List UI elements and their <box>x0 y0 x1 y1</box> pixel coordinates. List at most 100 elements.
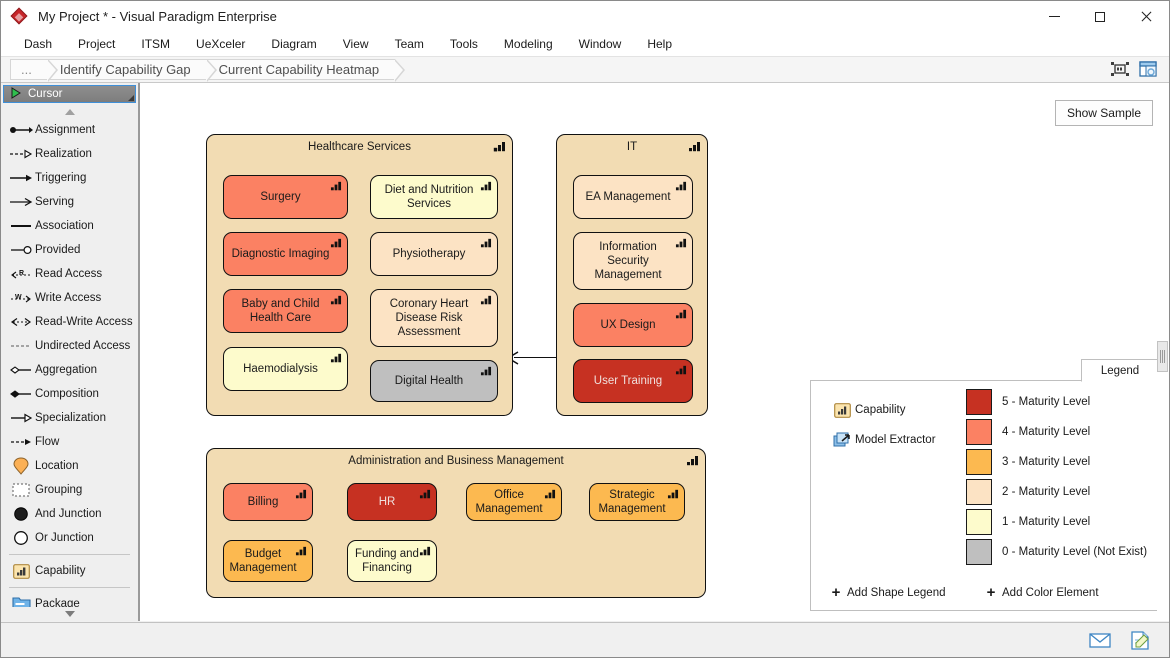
capability-baby-and-child-health-care[interactable]: Baby and Child Health Care <box>223 289 348 333</box>
window-controls <box>1031 1 1169 32</box>
cursor-arrow-icon <box>10 86 22 102</box>
palette-item-read-access[interactable]: R Read Access <box>1 262 138 286</box>
palette-item-specialization[interactable]: Specialization <box>1 406 138 430</box>
palette-item-label: Provided <box>35 244 81 256</box>
read-write-access-icon <box>7 317 35 327</box>
capability-icon <box>480 294 492 309</box>
capability-diet-and-nutrition-services[interactable]: Diet and Nutrition Services <box>370 175 498 219</box>
maximize-button[interactable] <box>1077 1 1123 32</box>
palette-item-aggregation[interactable]: Aggregation <box>1 358 138 382</box>
legend-color-item-1[interactable]: 1 - Maturity Level <box>966 507 1147 537</box>
palette-scroll-down-button[interactable] <box>1 607 138 621</box>
group-it[interactable]: IT EA Management Information Security Ma… <box>556 134 708 416</box>
capability-ea-management[interactable]: EA Management <box>573 175 693 219</box>
palette-item-realization[interactable]: Realization <box>1 142 138 166</box>
legend-shape-column: Capability Model Extractor <box>829 395 936 455</box>
capability-diagnostic-imaging[interactable]: Diagnostic Imaging <box>223 232 348 276</box>
capability-billing[interactable]: Billing <box>223 483 313 521</box>
capability-user-training[interactable]: User Training <box>573 359 693 403</box>
breadcrumb-item-root[interactable]: ... <box>10 59 58 82</box>
capability-budget-management[interactable]: Budget Management <box>223 540 313 582</box>
menu-item-project[interactable]: Project <box>65 34 128 54</box>
breadcrumb-item-identify-capability-gap[interactable]: Identify Capability Gap <box>47 59 217 82</box>
legend-shape-label: Capability <box>855 404 906 416</box>
palette-item-assignment[interactable]: Assignment <box>1 118 138 142</box>
palette-item-serving[interactable]: Serving <box>1 190 138 214</box>
legend-color-column: 5 - Maturity Level 4 - Maturity Level 3 … <box>966 387 1147 567</box>
close-button[interactable] <box>1123 1 1169 32</box>
menu-item-uexceler[interactable]: UeXceler <box>183 34 258 54</box>
menu-item-window[interactable]: Window <box>566 34 635 54</box>
palette-item-grouping[interactable]: Grouping <box>1 478 138 502</box>
workspace: Cursor Assignment Realization Triggering… <box>1 83 1169 621</box>
menu-item-help[interactable]: Help <box>634 34 685 54</box>
diagram-canvas[interactable]: Show Sample Healthcare Services Surgery … <box>140 83 1169 621</box>
palette-item-provided[interactable]: Provided <box>1 238 138 262</box>
breadcrumb-bar: ... Identify Capability Gap Current Capa… <box>1 56 1169 83</box>
palette-item-flow[interactable]: Flow <box>1 430 138 454</box>
capability-office-management[interactable]: Office Management <box>466 483 562 521</box>
capability-haemodialysis[interactable]: Haemodialysis <box>223 347 348 391</box>
diagram-palette: Cursor Assignment Realization Triggering… <box>1 83 139 621</box>
open-specification-icon[interactable] <box>1137 59 1159 79</box>
minimize-button[interactable] <box>1031 1 1077 32</box>
palette-item-read-write-access[interactable]: Read-Write Access <box>1 310 138 334</box>
menu-item-diagram[interactable]: Diagram <box>258 34 329 54</box>
legend-shape-item-capability[interactable]: Capability <box>829 395 936 425</box>
group-healthcare-services[interactable]: Healthcare Services Surgery Diet and Nut… <box>206 134 513 416</box>
palette-item-composition[interactable]: Composition <box>1 382 138 406</box>
flow-connector-icon <box>7 437 35 447</box>
capability-strategic-management[interactable]: Strategic Management <box>589 483 685 521</box>
palette-item-capability[interactable]: Capability <box>1 559 138 583</box>
menu-item-view[interactable]: View <box>330 34 382 54</box>
palette-item-location[interactable]: Location <box>1 454 138 478</box>
plus-icon: + <box>986 584 996 601</box>
legend-color-item-4[interactable]: 4 - Maturity Level <box>966 417 1147 447</box>
palette-item-undirected-access[interactable]: Undirected Access <box>1 334 138 358</box>
legend-panel[interactable]: Legend Capability Model Extractor 5 - Ma… <box>810 359 1159 611</box>
capability-digital-health[interactable]: Digital Health <box>370 360 498 402</box>
note-document-icon[interactable] <box>1129 630 1151 650</box>
capability-coronary-heart-disease-risk-assessment[interactable]: Coronary Heart Disease Risk Assessment <box>370 289 498 347</box>
aggregation-connector-icon <box>7 365 35 375</box>
capability-surgery[interactable]: Surgery <box>223 175 348 219</box>
palette-item-write-access[interactable]: W Write Access <box>1 286 138 310</box>
palette-item-and-junction[interactable]: And Junction <box>1 502 138 526</box>
menu-item-team[interactable]: Team <box>382 34 437 54</box>
capability-physiotherapy[interactable]: Physiotherapy <box>370 232 498 276</box>
capability-ux-design[interactable]: UX Design <box>573 303 693 347</box>
menu-item-modeling[interactable]: Modeling <box>491 34 566 54</box>
breadcrumb-item-current-capability-heatmap[interactable]: Current Capability Heatmap <box>206 59 406 82</box>
capability-information-security-management[interactable]: Information Security Management <box>573 232 693 290</box>
legend-color-item-2[interactable]: 2 - Maturity Level <box>966 477 1147 507</box>
capability-icon <box>480 237 492 252</box>
capability-icon <box>330 180 342 195</box>
message-envelope-icon[interactable] <box>1089 630 1111 650</box>
menu-item-itsm[interactable]: ITSM <box>128 34 183 54</box>
add-color-element-button[interactable]: + Add Color Element <box>980 584 1099 601</box>
color-swatch <box>966 389 992 415</box>
legend-color-item-0[interactable]: 0 - Maturity Level (Not Exist) <box>966 537 1147 567</box>
palette-item-triggering[interactable]: Triggering <box>1 166 138 190</box>
legend-shape-item-model-extractor[interactable]: Model Extractor <box>829 425 936 455</box>
palette-item-or-junction[interactable]: Or Junction <box>1 526 138 550</box>
capability-label: User Training <box>593 375 663 387</box>
add-shape-legend-button[interactable]: + Add Shape Legend <box>825 584 980 601</box>
group-administration-and-business-management[interactable]: Administration and Business Management B… <box>206 448 706 598</box>
menu-item-dash[interactable]: Dash <box>11 34 65 54</box>
canvas-vertical-scrollbar[interactable] <box>1157 83 1169 621</box>
legend-color-item-3[interactable]: 3 - Maturity Level <box>966 447 1147 477</box>
canvas-scrollbar-thumb[interactable] <box>1157 341 1168 372</box>
palette-item-association[interactable]: Association <box>1 214 138 238</box>
palette-item-cursor[interactable]: Cursor <box>3 85 136 103</box>
menu-item-tools[interactable]: Tools <box>437 34 491 54</box>
capability-funding-and-financing[interactable]: Funding and Financing <box>347 540 437 582</box>
legend-tab[interactable]: Legend <box>1081 359 1159 382</box>
show-sample-button[interactable]: Show Sample <box>1054 100 1153 126</box>
palette-scroll-up-button[interactable] <box>1 105 138 118</box>
group-title: Administration and Business Management <box>348 455 564 467</box>
legend-color-item-5[interactable]: 5 - Maturity Level <box>966 387 1147 417</box>
fit-to-screen-icon[interactable] <box>1109 59 1131 79</box>
capability-hr[interactable]: HR <box>347 483 437 521</box>
capability-icon <box>7 563 35 579</box>
